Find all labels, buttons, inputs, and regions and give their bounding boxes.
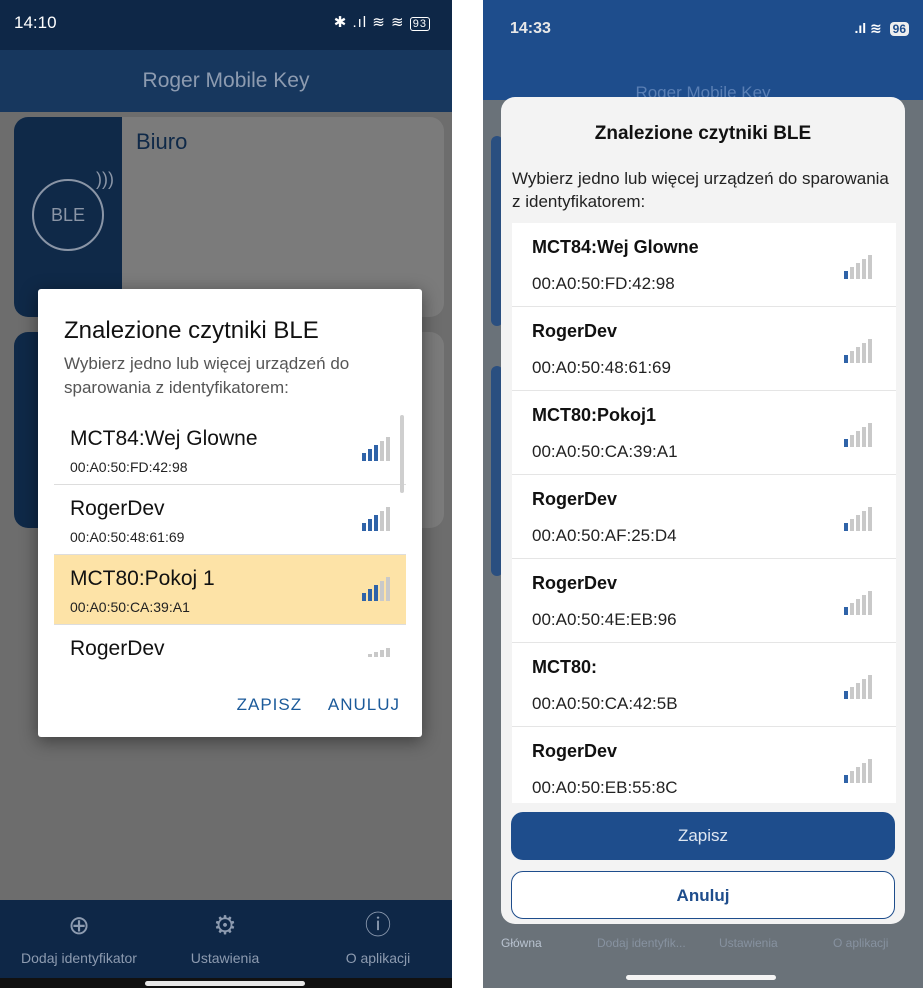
battery-icon: 96 <box>889 22 909 36</box>
reader-mac: 00:A0:50:CA:39:A1 <box>532 442 678 461</box>
signal-strength-icon <box>368 639 392 657</box>
reader-mac: 00:A0:50:CA:39:A1 <box>70 599 190 615</box>
signal-strength-icon <box>844 675 874 699</box>
signal-strength-icon <box>844 759 874 783</box>
signal-strength-icon <box>844 591 874 615</box>
nav-settings[interactable]: ⚙ Ustawienia <box>160 908 290 966</box>
status-icons: .ıl ≋ 96 <box>854 20 909 37</box>
reader-name: MCT84:Wej Glowne <box>70 427 258 450</box>
reader-mac: 00:A0:50:AF:25:D4 <box>532 526 677 545</box>
reader-mac: 00:A0:50:FD:42:98 <box>532 274 675 293</box>
sheet-title: Znalezione czytniki BLE <box>594 123 812 144</box>
sheet-subtitle: Wybierz jedno lub więcej urządzeń do spa… <box>512 169 889 211</box>
nav-home[interactable]: Główna <box>501 936 542 950</box>
home-indicator[interactable] <box>626 975 776 980</box>
signal-waves-icon: ))) <box>96 169 114 189</box>
signal-strength-icon <box>362 437 392 461</box>
reader-row[interactable]: MCT84:Wej Glowne 00:A0:50:FD:42:98 <box>512 223 896 307</box>
dialog-subtitle: Wybierz jedno lub więcej urządzeń do spa… <box>64 354 350 397</box>
ble-readers-dialog: Znalezione czytniki BLE Wybierz jedno lu… <box>38 289 422 737</box>
add-circle-icon: ⊕ <box>68 910 90 940</box>
reader-mac: 00:A0:50:4E:EB:96 <box>532 610 677 629</box>
reader-mac: 00:A0:50:48:61:69 <box>532 358 671 377</box>
signal-strength-icon <box>362 577 392 601</box>
save-button[interactable]: ZAPISZ <box>237 695 303 714</box>
signal-strength-icon <box>844 339 874 363</box>
dialog-actions: ZAPISZ ANULUJ <box>217 695 400 715</box>
reader-row-selected[interactable]: MCT80:Pokoj 1 00:A0:50:CA:39:A1 <box>54 555 406 625</box>
reader-name: RogerDev <box>70 637 165 660</box>
reader-row[interactable]: RogerDev 00:A0:50:48:61:69 <box>512 307 896 391</box>
reader-row[interactable]: RogerDev 00:A0:50:AF:25:D4 <box>512 475 896 559</box>
status-time: 14:10 <box>14 13 57 32</box>
reader-name: MCT80: <box>532 657 598 677</box>
bottom-navigation: ⊕ Dodaj identyfikator ⚙ Ustawienia ⓘ O a… <box>0 900 452 988</box>
gear-icon: ⚙ <box>213 910 237 940</box>
reader-name: RogerDev <box>532 741 618 761</box>
reader-mac: 00:A0:50:FD:42:98 <box>70 459 188 475</box>
signal-strength-icon <box>844 423 874 447</box>
card-title: Biuro <box>136 129 188 154</box>
status-bar: 14:10 ✱ .ıl ≋ ≋ 93 <box>0 0 452 50</box>
reader-row[interactable]: RogerDev 00:A0:50:4E:EB:96 <box>512 559 896 643</box>
signal-strength-icon <box>844 255 874 279</box>
reader-name: RogerDev <box>70 497 165 520</box>
nav-about[interactable]: ⓘ O aplikacji <box>318 908 438 966</box>
android-screen: 14:10 ✱ .ıl ≋ ≋ 93 Roger Mobile Key BLE … <box>0 0 452 988</box>
reader-row[interactable]: RogerDev 00:A0:50:48:61:69 <box>54 485 406 555</box>
nav-add-credential[interactable]: Dodaj identyfik... <box>597 936 686 950</box>
nav-add-credential[interactable]: ⊕ Dodaj identyfikator <box>4 908 154 966</box>
reader-mac: 00:A0:50:48:61:69 <box>70 529 185 545</box>
reader-row[interactable]: RogerDev <box>54 625 406 662</box>
reader-name: RogerDev <box>532 489 618 509</box>
nav-about[interactable]: O aplikacji <box>833 936 888 950</box>
cancel-button[interactable]: ANULUJ <box>328 695 400 714</box>
info-icon: ⓘ <box>364 910 391 940</box>
ble-readers-sheet: Znalezione czytniki BLE Wybierz jedno lu… <box>501 97 905 924</box>
nav-settings[interactable]: Ustawienia <box>719 936 778 950</box>
gesture-handle[interactable] <box>145 981 305 986</box>
reader-row[interactable]: MCT84:Wej Glowne 00:A0:50:FD:42:98 <box>54 415 406 485</box>
reader-row[interactable]: MCT80: 00:A0:50:CA:42:5B <box>512 643 896 727</box>
reader-list[interactable]: MCT84:Wej Glowne 00:A0:50:FD:42:98 Roger… <box>54 415 406 662</box>
app-bar: Roger Mobile Key <box>0 50 452 112</box>
credential-card[interactable]: BLE ))) Biuro <box>14 117 444 317</box>
reader-mac: 00:A0:50:EB:55:8C <box>532 778 678 797</box>
reader-name: MCT80:Pokoj1 <box>532 405 657 425</box>
nav-label: Dodaj identyfikator <box>21 950 137 966</box>
save-button[interactable]: Zapisz <box>511 812 895 860</box>
battery-icon: 93 <box>409 17 430 31</box>
reader-name: RogerDev <box>532 321 618 341</box>
signal-strength-icon <box>362 507 392 531</box>
bottom-navigation: Główna Dodaj identyfik... Ustawienia O a… <box>483 920 923 960</box>
reader-row[interactable]: RogerDev 00:A0:50:EB:55:8C <box>512 727 896 803</box>
signal-strength-icon <box>844 507 874 531</box>
status-icons: ✱ .ıl ≋ ≋ 93 <box>334 13 430 31</box>
reader-name: MCT80:Pokoj 1 <box>70 567 215 590</box>
gesture-bar <box>0 978 452 988</box>
reader-mac: 00:A0:50:CA:42:5B <box>532 694 678 713</box>
cancel-button[interactable]: Anuluj <box>511 871 895 919</box>
status-time: 14:33 <box>510 20 551 37</box>
list-scrollbar[interactable] <box>400 415 404 493</box>
ios-screen: 14:33 .ıl ≋ 96 Roger Mobile Key Główna D… <box>483 0 923 988</box>
app-title: Roger Mobile Key <box>142 69 310 92</box>
reader-row[interactable]: MCT80:Pokoj1 00:A0:50:CA:39:A1 <box>512 391 896 475</box>
status-bar: 14:33 .ıl ≋ 96 <box>483 0 923 60</box>
nav-label: Ustawienia <box>190 950 260 966</box>
reader-name: RogerDev <box>532 573 618 593</box>
nav-label: O aplikacji <box>345 950 411 966</box>
ble-icon: BLE <box>32 179 104 251</box>
dialog-title: Znalezione czytniki BLE <box>64 317 319 344</box>
card-badge-area: BLE ))) <box>14 117 122 317</box>
reader-list[interactable]: MCT84:Wej Glowne 00:A0:50:FD:42:98 Roger… <box>512 223 896 803</box>
reader-name: MCT84:Wej Glowne <box>532 237 699 257</box>
